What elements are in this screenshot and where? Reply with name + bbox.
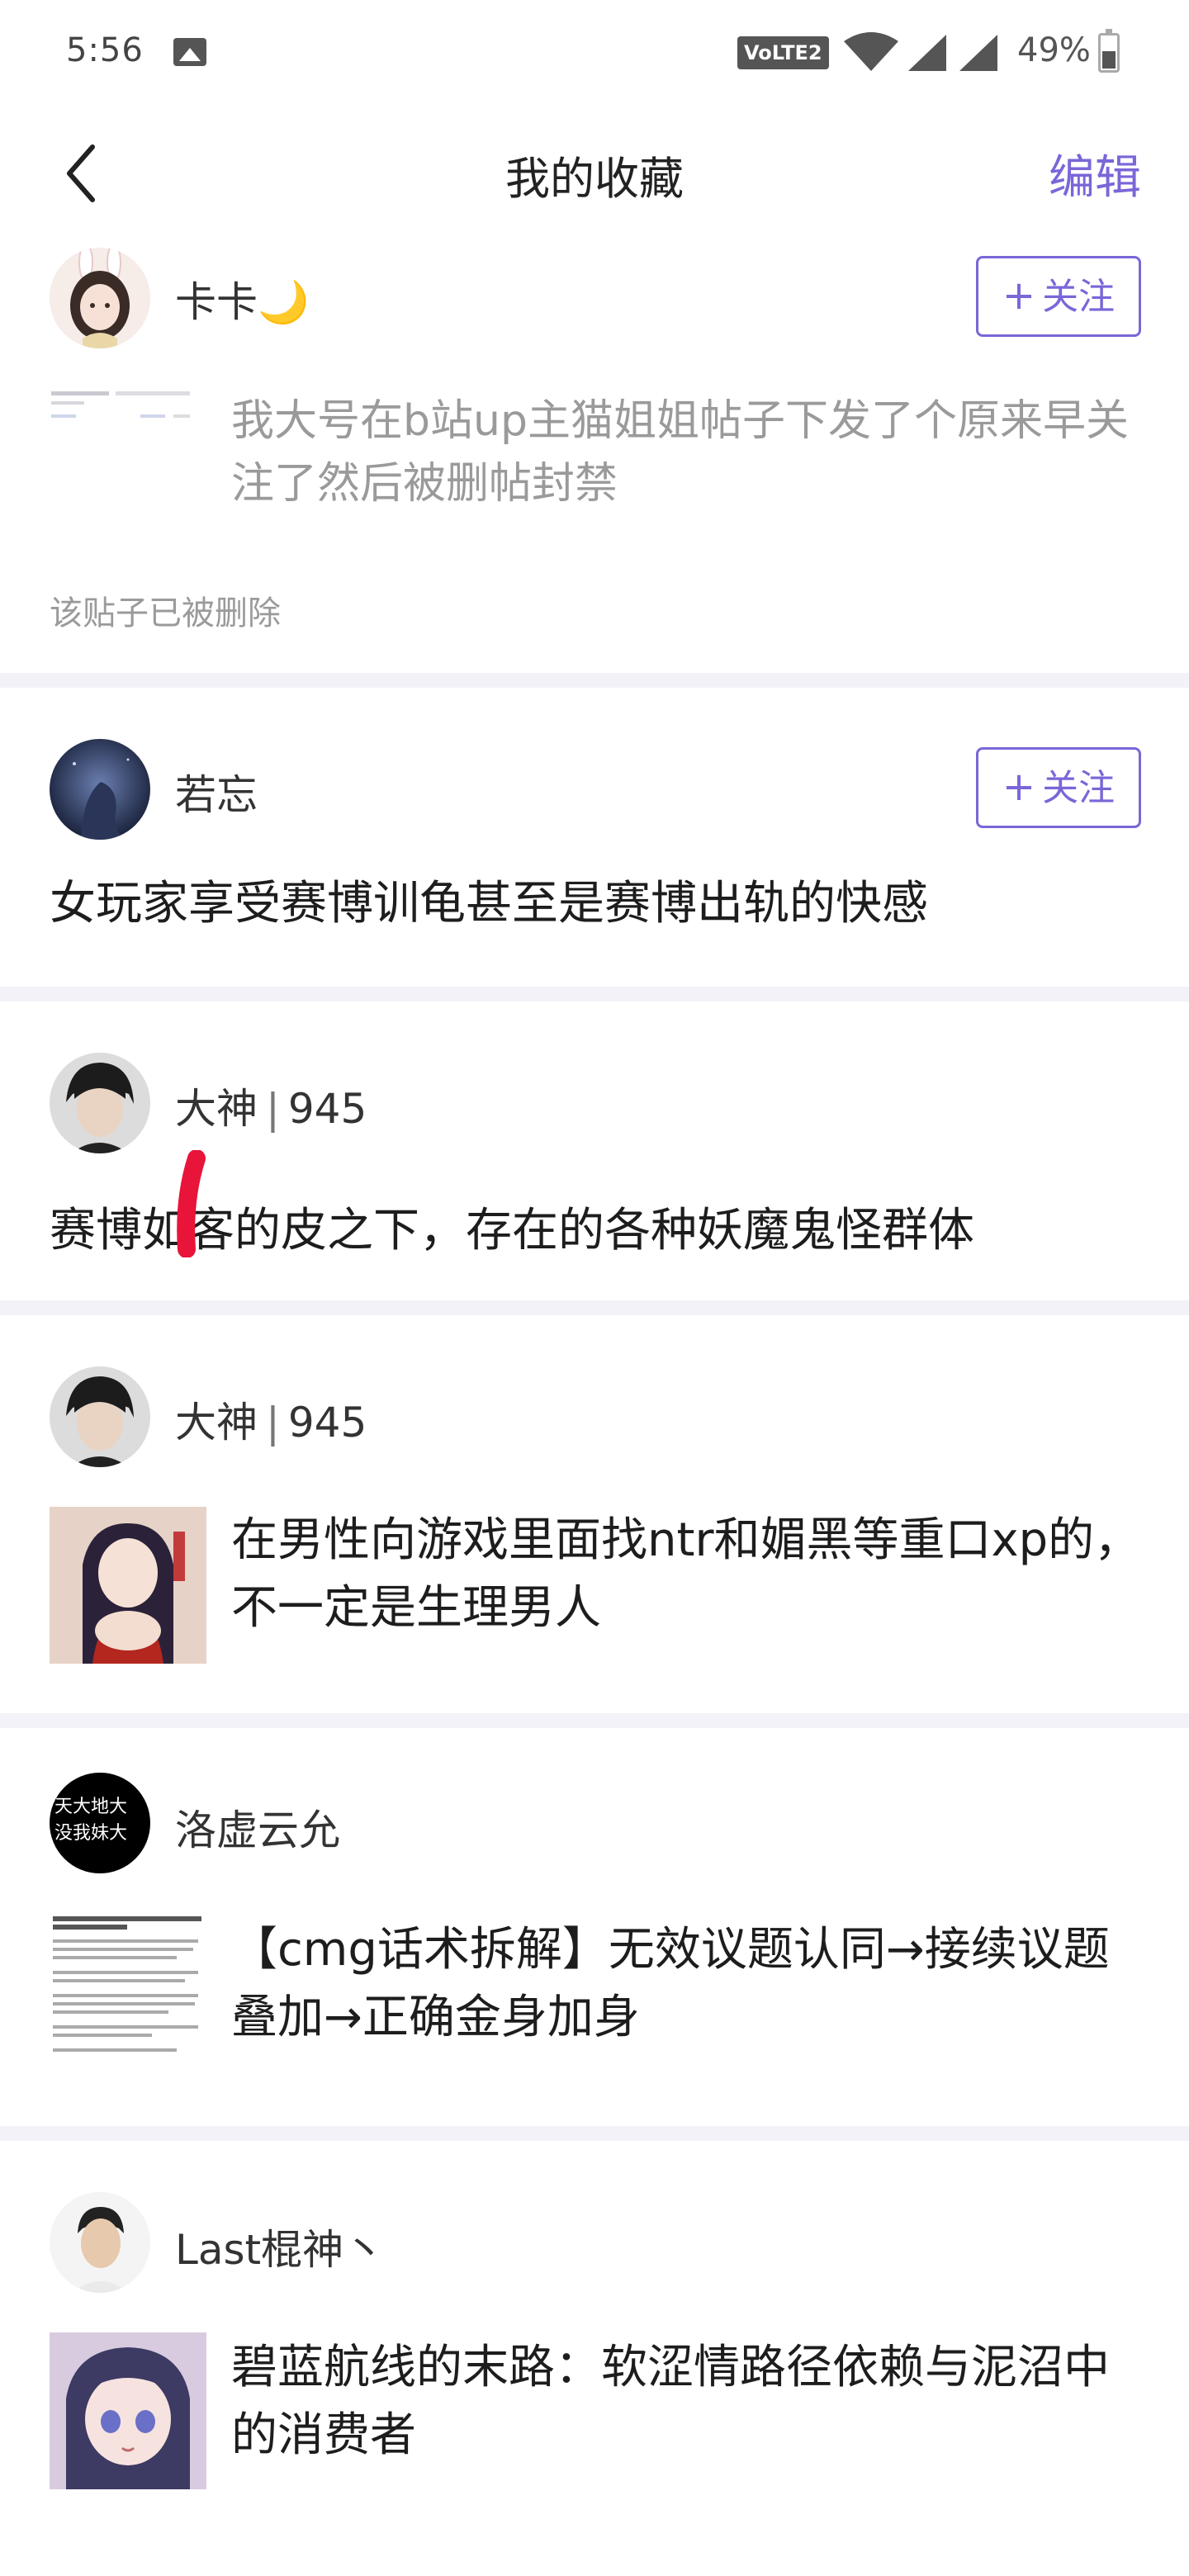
plus-icon: +: [1002, 764, 1036, 810]
follow-label: 关注: [1042, 276, 1116, 318]
divider-bar: |: [266, 1085, 280, 1133]
post-title[interactable]: 在男性向游戏里面找ntr和媚黑等重口xp的，不一定是生理男人: [231, 1507, 1141, 1642]
divider: [0, 1300, 1189, 1315]
plus-icon: +: [1002, 272, 1036, 319]
author-label: 大神: [175, 1085, 258, 1133]
post-title[interactable]: 赛博如客的皮之下，存在的各种妖魔鬼怪群体: [50, 1198, 1139, 1264]
author-name[interactable]: 洛虚云允: [175, 1797, 340, 1857]
post-thumbnail[interactable]: [50, 2332, 206, 2489]
avatar[interactable]: 天大地大 没我妹大: [50, 1773, 150, 1873]
avatar[interactable]: [50, 1053, 150, 1153]
author-name[interactable]: 若忘: [175, 762, 258, 822]
avatar[interactable]: [50, 739, 150, 840]
avatar[interactable]: [50, 248, 150, 348]
post-thumbnail[interactable]: [50, 1507, 206, 1664]
follow-label: 关注: [1042, 767, 1116, 809]
wifi-icon: [844, 32, 898, 71]
author-name[interactable]: 卡卡🌙: [175, 269, 309, 329]
volte-badge: VoLTE2: [737, 36, 829, 69]
post-card[interactable]: 大神 | 945 赛博如客的皮之下，存在的各种妖魔鬼怪群体: [0, 1002, 1189, 1300]
divider: [0, 1713, 1189, 1728]
red-mark: [177, 1150, 206, 1257]
post-title[interactable]: 我大号在b站up主猫姐姐帖子下发了个原来早关注了然后被删帖封禁: [231, 390, 1141, 515]
edit-button[interactable]: 编辑: [1049, 140, 1141, 207]
avatar[interactable]: [50, 2192, 150, 2293]
author-level: 945: [287, 1399, 367, 1447]
post-card[interactable]: 天大地大 没我妹大 洛虚云允 【cmg话术拆解】无效议题认同→接续议题叠加→正确…: [0, 1728, 1189, 2126]
battery-icon: [1098, 29, 1120, 73]
author-label: 大神: [175, 1399, 258, 1447]
divider-bar: |: [266, 1399, 280, 1447]
follow-button[interactable]: + 关注: [976, 256, 1141, 337]
author-name[interactable]: 大神 | 945: [175, 1390, 367, 1449]
divider: [0, 673, 1189, 688]
battery-percent: 49%: [1017, 31, 1091, 69]
avatar-text-line-1: 天大地大: [54, 1797, 128, 1817]
follow-button[interactable]: + 关注: [976, 747, 1141, 828]
post-thumbnail[interactable]: [50, 1911, 206, 2068]
avatar-text-line-2: 没我妹大: [54, 1823, 128, 1844]
status-time: 5:56: [66, 31, 144, 69]
page-title: 我的收藏: [505, 153, 684, 205]
post-title[interactable]: 碧蓝航线的末路：软涩情路径依赖与泥沼中的消费者: [231, 2334, 1141, 2469]
author-name[interactable]: Last棍神丶: [175, 2217, 385, 2276]
avatar[interactable]: [50, 1366, 150, 1467]
divider: [0, 2126, 1189, 2141]
signal-icon-2: [959, 35, 997, 71]
top-bar: 我的收藏 编辑: [0, 107, 1189, 231]
divider: [0, 987, 1189, 1002]
post-card[interactable]: 大神 | 945 在男性向游戏里面找ntr和媚黑等重口xp的，不一定是生理男人: [0, 1315, 1189, 1713]
post-card[interactable]: 若忘 + 关注 女玩家享受赛博训龟甚至是赛博出轨的快感: [0, 688, 1189, 987]
author-level: 945: [287, 1085, 367, 1133]
post-thumbnail[interactable]: [50, 388, 206, 438]
deleted-note: 该贴子已被删除: [50, 594, 281, 632]
author-name[interactable]: 大神 | 945: [175, 1076, 367, 1135]
status-bar: 5:56 VoLTE2 49%: [0, 0, 1189, 107]
post-card[interactable]: 卡卡🌙 + 关注 我大号在b站up主猫姐姐帖子下发了个原来早关注了然后被删帖封禁 …: [0, 231, 1189, 677]
post-card[interactable]: Last棍神丶 碧蓝航线的末路：软涩情路径依赖与泥沼中的消费者: [0, 2141, 1189, 2545]
signal-icon: [908, 35, 946, 71]
post-title[interactable]: 女玩家享受赛博训龟甚至是赛博出轨的快感: [50, 871, 1139, 937]
post-title[interactable]: 【cmg话术拆解】无效议题认同→接续议题叠加→正确金身加身: [231, 1916, 1141, 2052]
gallery-icon: [173, 38, 206, 66]
